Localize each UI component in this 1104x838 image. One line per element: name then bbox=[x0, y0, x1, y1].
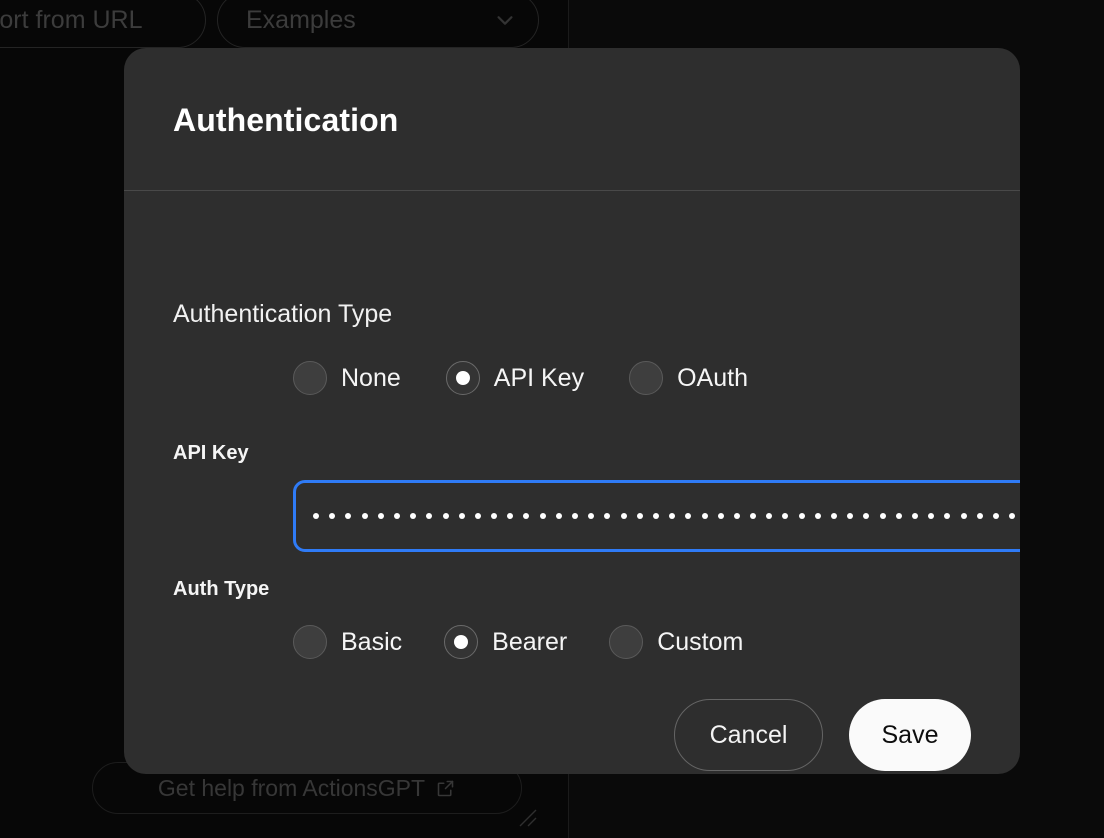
radio-circle-bearer[interactable] bbox=[444, 625, 479, 659]
auth-type-radio-group: Basic Bearer Custom bbox=[293, 625, 743, 659]
api-key-masked-value bbox=[313, 513, 1020, 519]
modal-header: Authentication bbox=[124, 48, 1020, 191]
radio-circle-basic[interactable] bbox=[293, 625, 327, 659]
radio-circle-api-key[interactable] bbox=[445, 361, 480, 395]
actionsgpt-label: Get help from ActionsGPT bbox=[157, 774, 426, 801]
radio-circle-custom[interactable] bbox=[609, 625, 644, 659]
radio-label-oauth: OAuth bbox=[677, 363, 748, 392]
authentication-modal: Authentication Authentication Type None … bbox=[124, 48, 1020, 774]
radio-option-custom[interactable]: Custom bbox=[609, 625, 743, 659]
external-link-icon bbox=[435, 778, 456, 799]
modal-title: Authentication bbox=[173, 102, 399, 138]
cancel-button[interactable]: Cancel bbox=[674, 699, 823, 771]
examples-dropdown-label: Examples bbox=[246, 5, 356, 34]
radio-option-api-key[interactable]: API Key bbox=[445, 361, 585, 395]
radio-label-basic: Basic bbox=[341, 627, 403, 656]
radio-label-custom: Custom bbox=[657, 627, 744, 656]
authentication-type-label: Authentication Type bbox=[173, 300, 393, 328]
examples-dropdown[interactable]: Examples bbox=[217, 0, 539, 48]
api-key-label: API Key bbox=[173, 442, 249, 464]
resize-handle[interactable] bbox=[516, 806, 538, 828]
save-button[interactable]: Save bbox=[849, 699, 971, 771]
import-from-url-label: port from URL bbox=[0, 5, 143, 34]
auth-type-label: Auth Type bbox=[173, 578, 270, 600]
radio-label-api-key: API Key bbox=[493, 363, 585, 392]
radio-option-oauth[interactable]: OAuth bbox=[629, 361, 748, 395]
chevron-down-icon bbox=[494, 9, 516, 31]
screen: port from URL Examples Get help from Act… bbox=[0, 0, 1104, 838]
authentication-type-radio-group: None API Key OAuth bbox=[293, 361, 748, 395]
modal-body: Authentication Type None API Key OAuth A… bbox=[124, 192, 1020, 774]
radio-option-bearer[interactable]: Bearer bbox=[444, 625, 567, 659]
radio-label-none: None bbox=[341, 363, 401, 392]
radio-label-bearer: Bearer bbox=[492, 627, 568, 656]
radio-circle-oauth[interactable] bbox=[629, 361, 664, 395]
api-key-input[interactable] bbox=[293, 480, 1020, 552]
radio-option-basic[interactable]: Basic bbox=[293, 625, 402, 659]
radio-option-none[interactable]: None bbox=[293, 361, 401, 395]
radio-circle-none[interactable] bbox=[293, 361, 327, 395]
import-from-url-button[interactable]: port from URL bbox=[0, 0, 206, 48]
